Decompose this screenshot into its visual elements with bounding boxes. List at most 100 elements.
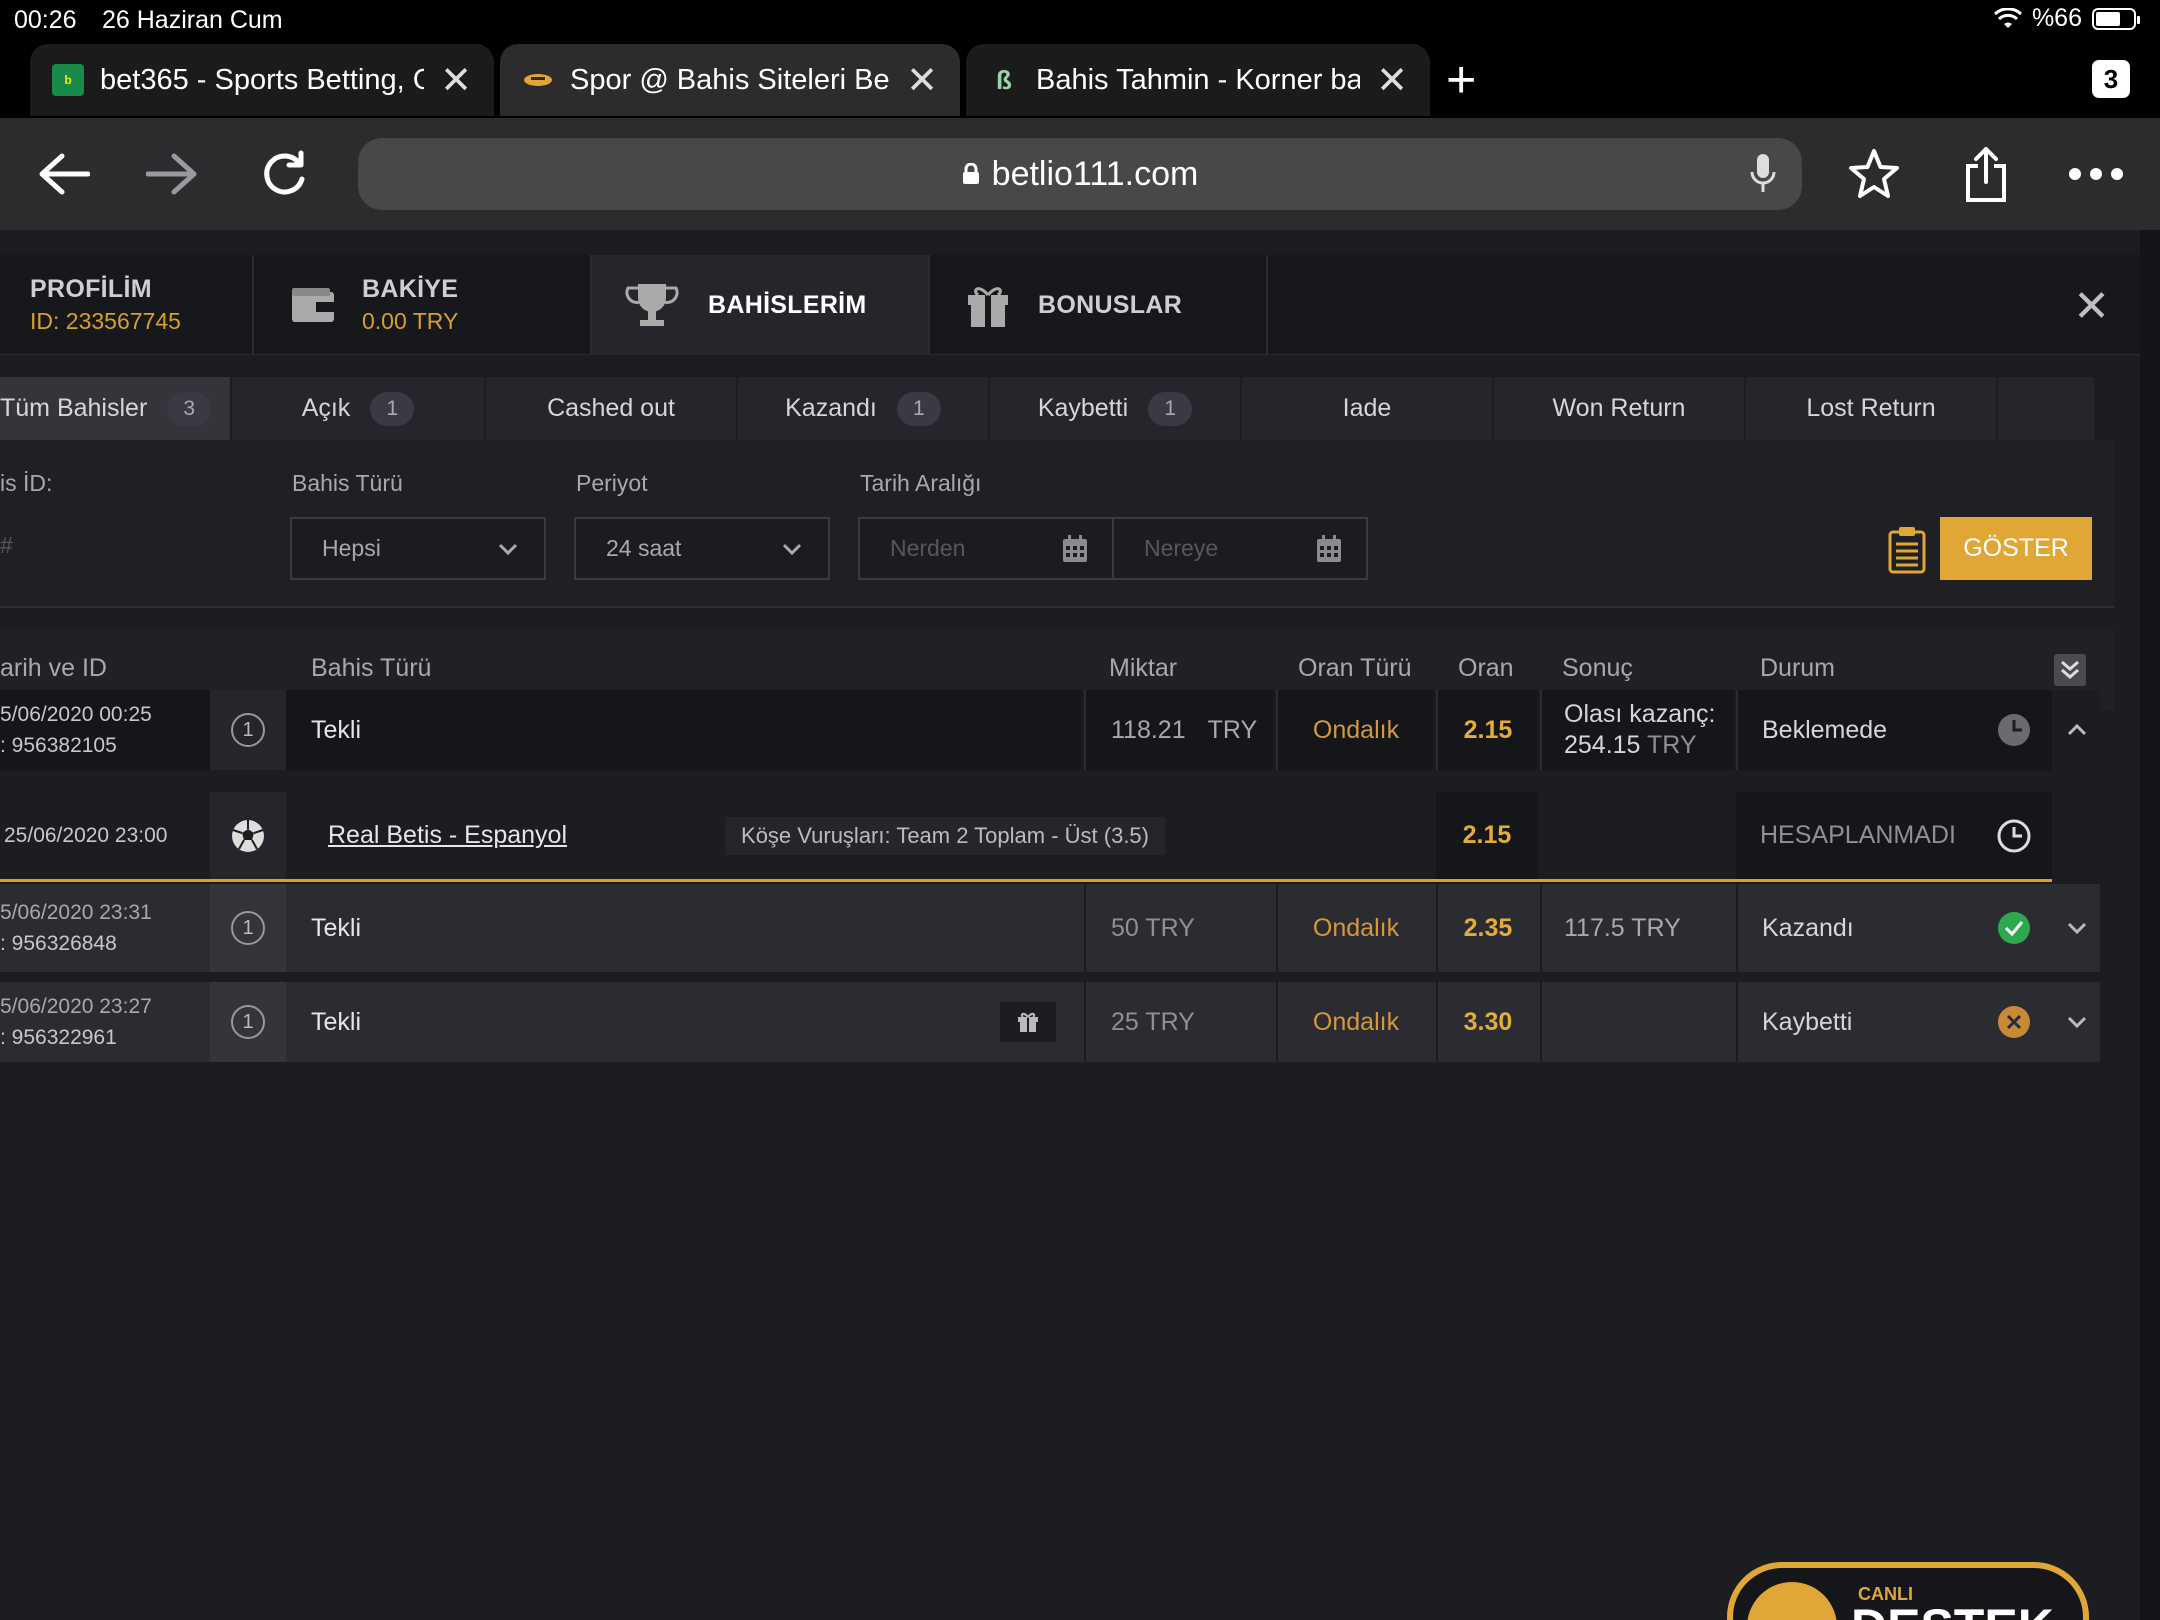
x-circle-icon — [1998, 1006, 2030, 1038]
bet-id-label: is İD: — [0, 470, 53, 496]
url-field[interactable]: betlio111.com — [358, 138, 1802, 210]
lock-icon — [962, 163, 979, 184]
microphone-icon[interactable] — [1748, 152, 1778, 196]
clock-icon — [1997, 819, 2031, 852]
event-odds: 2.15 — [1436, 792, 1538, 879]
show-button[interactable]: GÖSTER — [1940, 517, 2092, 580]
col-odds-type: Oran Türü — [1298, 654, 1412, 682]
row-bet-type: Tekli — [311, 1007, 362, 1036]
share-button[interactable] — [1954, 142, 2018, 206]
tab-won[interactable]: Kazandı 1 — [738, 377, 990, 440]
bet-type-label: Bahis Türü — [292, 470, 403, 496]
row-amount-cell: 118.21 TRY — [1084, 690, 1274, 770]
row-odds-type: Ondalık — [1276, 982, 1434, 1062]
tab-lost-return[interactable]: Lost Return — [1746, 377, 1998, 440]
arrow-left-icon — [39, 153, 90, 195]
close-tab-icon[interactable]: ✕ — [1376, 58, 1408, 103]
live-support-button[interactable]: CANLI DESTEK — [1727, 1562, 2089, 1620]
table-row[interactable]: 5/06/2020 23:27 : 956322961 1 Tekli 25 T… — [0, 982, 2100, 1062]
new-tab-icon[interactable]: + — [1446, 50, 1476, 110]
reload-button[interactable] — [252, 142, 316, 206]
check-circle-icon — [1998, 912, 2030, 944]
page-content: PROFİLİM ID: 233567745 BAKİYE 0.00 TRY B… — [0, 230, 2160, 1620]
tab-count-badge: 3 — [167, 391, 212, 426]
tab-refund[interactable]: Iade — [1242, 377, 1494, 440]
event-link[interactable]: Real Betis - Espanyol — [328, 821, 567, 850]
close-icon[interactable]: ✕ — [2073, 281, 2110, 332]
calendar-icon[interactable] — [1316, 535, 1342, 563]
date-to-placeholder: Nereye — [1144, 535, 1219, 561]
support-line2: DESTEK — [1851, 1598, 2054, 1620]
profile-label: PROFİLİM — [30, 275, 152, 303]
tab-title: Bahis Tahmin - Korner bah — [1036, 63, 1361, 96]
back-button[interactable] — [32, 142, 96, 206]
bookmark-button[interactable] — [1842, 142, 1906, 206]
tab-won-return[interactable]: Won Return — [1494, 377, 1746, 440]
row-bet-type-cell: Tekli — [286, 982, 1082, 1062]
bet-detail-row: 25/06/2020 23:00 Real Betis - Espanyol K… — [0, 792, 2052, 882]
row-type-icon-cell: 1 — [210, 982, 286, 1062]
browser-tab-bet365[interactable]: b bet365 - Sports Betting, C ✕ — [30, 44, 494, 116]
date-from-placeholder: Nerden — [890, 535, 966, 561]
row-id: : 956326848 — [0, 932, 117, 955]
nav-my-bets[interactable]: BAHİSLERİM — [592, 255, 930, 355]
single-bet-icon: 1 — [231, 713, 265, 747]
my-bets-label: BAHİSLERİM — [708, 290, 867, 319]
bet-type-select[interactable]: Hepsi — [290, 517, 546, 580]
date-from-input[interactable]: Nerden — [858, 517, 1114, 580]
forward-button[interactable] — [140, 142, 204, 206]
calendar-icon[interactable] — [1062, 535, 1088, 563]
collapse-all-button[interactable] — [2054, 654, 2086, 686]
row-id: : 956322961 — [0, 1026, 117, 1049]
tab-all-bets[interactable]: Tüm Bahisler 3 — [0, 377, 232, 440]
tab-count-badge: 1 — [896, 391, 941, 426]
close-tab-icon[interactable]: ✕ — [906, 58, 938, 103]
tab-count-badge: 1 — [1148, 391, 1193, 426]
event-date: 25/06/2020 23:00 — [4, 823, 168, 847]
row-result-label: Olası kazanç: — [1564, 700, 1716, 728]
tab-label: Lost Return — [1806, 394, 1936, 422]
page-right-edge — [2140, 230, 2160, 1620]
collapse-row-button[interactable] — [2054, 690, 2100, 770]
double-chevron-down-icon — [2061, 660, 2079, 679]
tab-cashed-out[interactable]: Cashed out — [486, 377, 738, 440]
row-result-value: 254.15 — [1564, 731, 1641, 759]
browser-tab-bahis-tahmin[interactable]: ß Bahis Tahmin - Korner bah ✕ — [966, 44, 1430, 116]
table-row[interactable]: 5/06/2020 23:31 : 956326848 1 Tekli 50 T… — [0, 884, 2100, 972]
row-result-currency: TRY — [1646, 731, 1697, 759]
expand-row-button[interactable] — [2054, 982, 2100, 1062]
battery-icon — [2092, 7, 2140, 30]
clipboard-icon[interactable] — [1888, 526, 1926, 574]
single-bet-icon: 1 — [231, 1005, 265, 1039]
balance-label: BAKİYE — [362, 275, 459, 303]
table-row[interactable]: 5/06/2020 00:25 : 956382105 1 Tekli 118.… — [0, 690, 2100, 770]
nav-balance[interactable]: BAKİYE 0.00 TRY — [254, 255, 592, 355]
tab-label: Won Return — [1552, 394, 1686, 422]
chevron-up-icon — [2067, 723, 2087, 736]
browser-tab-betlio[interactable]: Spor @ Bahis Siteleri Betlio ✕ — [500, 44, 960, 116]
row-bet-type: Tekli — [286, 690, 1082, 770]
col-amount: Miktar — [1109, 654, 1178, 682]
tab-open[interactable]: Açık 1 — [232, 377, 486, 440]
bet-id-input[interactable]: # — [0, 532, 13, 559]
tab-lost[interactable]: Kaybetti 1 — [990, 377, 1242, 440]
tab-count-button[interactable]: 3 — [2092, 60, 2130, 98]
soccer-ball-icon — [232, 819, 264, 852]
row-date: 5/06/2020 23:31 — [0, 901, 152, 924]
battery-percent: %66 — [2031, 4, 2082, 32]
tab-label: Kaybetti — [1037, 394, 1129, 422]
close-tab-icon[interactable]: ✕ — [440, 58, 472, 103]
date-to-input[interactable]: Nereye — [1112, 517, 1368, 580]
expand-row-button[interactable] — [2054, 884, 2100, 972]
more-button[interactable] — [2064, 142, 2128, 206]
event-status-icon-cell — [1976, 792, 2052, 879]
more-dots-icon — [2069, 168, 2123, 180]
period-select[interactable]: 24 saat — [574, 517, 830, 580]
row-result: 117.5 TRY — [1540, 884, 1734, 972]
nav-profile[interactable]: PROFİLİM ID: 233567745 — [0, 255, 254, 355]
nav-bonuses[interactable]: BONUSLAR — [930, 255, 1268, 355]
tab-label: Kazandı — [785, 394, 877, 422]
tab-label: Tüm Bahisler — [0, 394, 148, 422]
tab-title: Spor @ Bahis Siteleri Betlio — [570, 63, 890, 96]
row-status-icon-cell — [1976, 690, 2052, 770]
